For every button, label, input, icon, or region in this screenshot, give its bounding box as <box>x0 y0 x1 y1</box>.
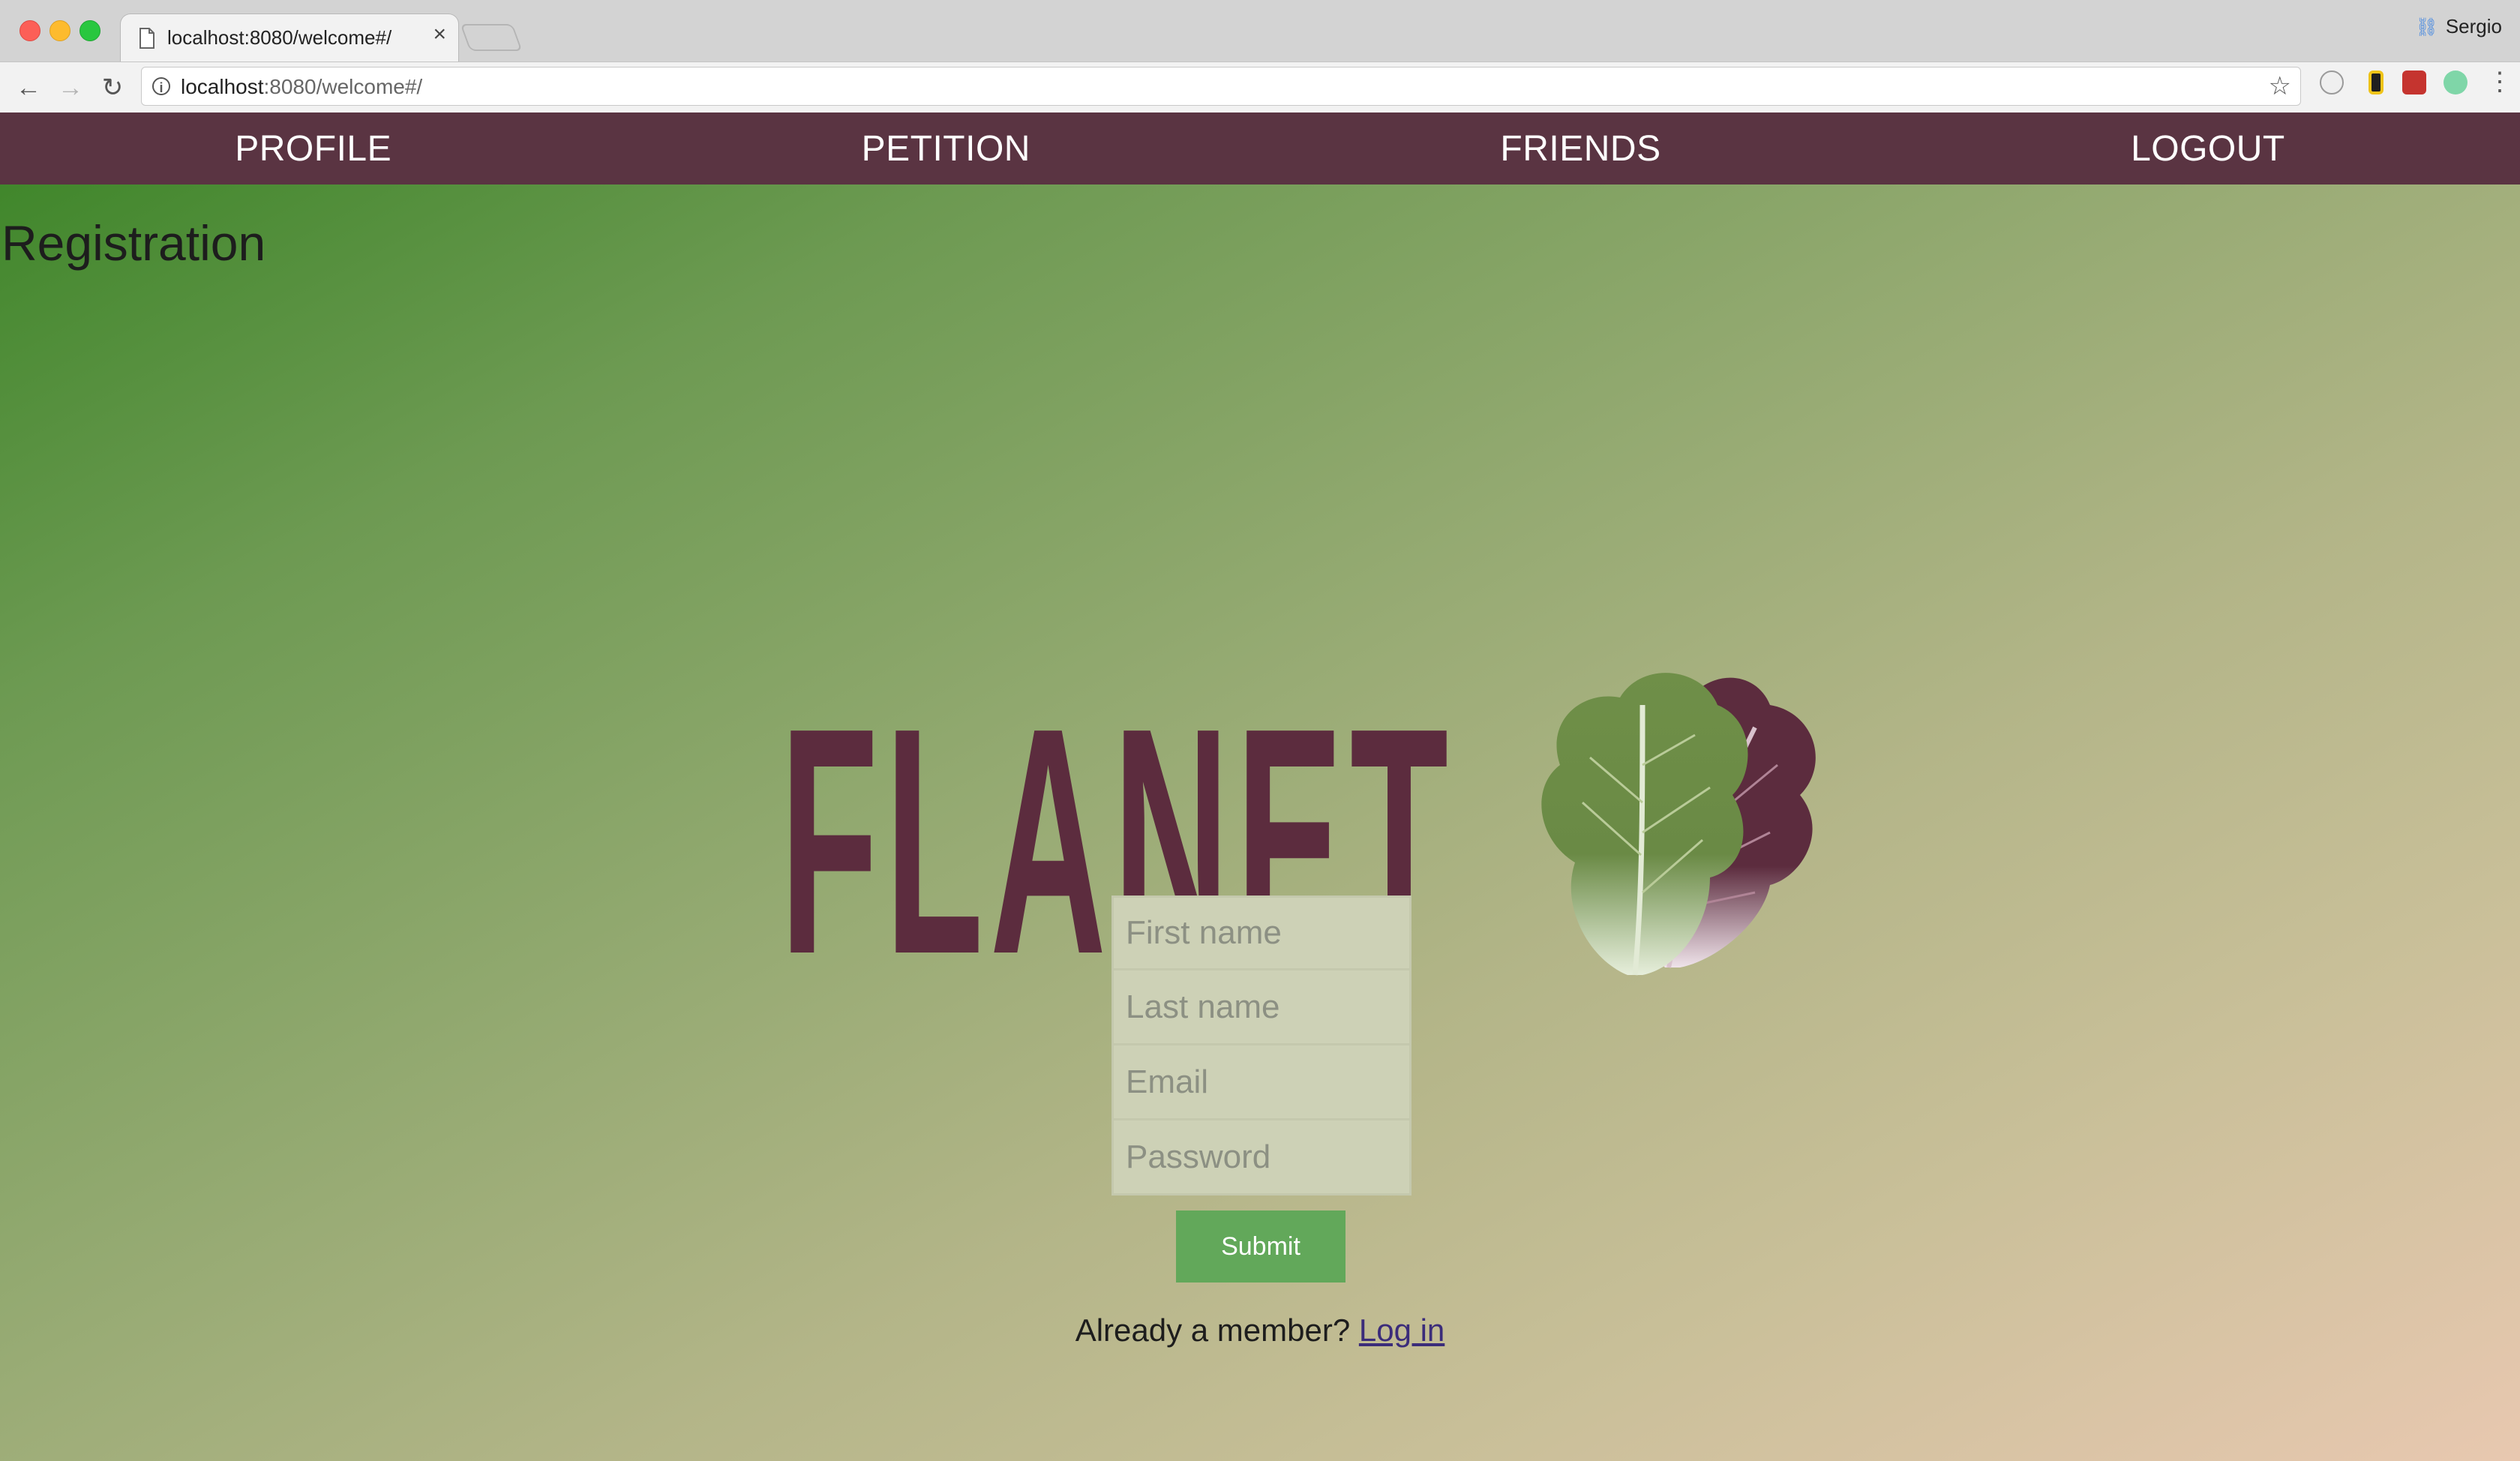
forward-arrow-icon[interactable]: → <box>56 73 86 103</box>
extension-icon[interactable] <box>2444 70 2468 94</box>
profile-badge[interactable]: ⛓ Sergio <box>2415 15 2502 38</box>
info-icon[interactable]: i <box>152 77 170 95</box>
profile-name: Sergio <box>2445 15 2502 38</box>
email-input[interactable] <box>1112 1046 1412 1120</box>
extension-icon[interactable] <box>2368 70 2384 94</box>
already-member-text: Already a member? <box>1075 1312 1351 1348</box>
browser-toolbar: ← → ↻ i localhost:8080/welcome#/ ☆ <box>0 62 2520 113</box>
last-name-input[interactable] <box>1112 970 1412 1046</box>
registration-form <box>1112 896 1412 1196</box>
nav-logout[interactable]: LOGOUT <box>2131 128 2285 170</box>
site-nav: PROFILE PETITION FRIENDS LOGOUT <box>0 112 2520 184</box>
close-window-button[interactable] <box>20 20 40 41</box>
profile-icon: ⛓ <box>2415 17 2438 38</box>
login-link[interactable]: Log in <box>1359 1312 1444 1348</box>
url-text[interactable]: localhost:8080/welcome#/ <box>181 75 422 99</box>
password-input[interactable] <box>1112 1120 1412 1196</box>
browser-chrome: localhost:8080/welcome#/ × ⛓ Sergio ← → ↻… <box>0 0 2520 113</box>
bookmark-star-icon[interactable]: ☆ <box>2269 72 2291 100</box>
submit-button[interactable]: Submit <box>1176 1210 1346 1282</box>
browser-tab[interactable]: localhost:8080/welcome#/ × <box>120 14 459 63</box>
minimize-window-button[interactable] <box>50 20 70 41</box>
maximize-window-button[interactable] <box>80 20 100 41</box>
first-name-input[interactable] <box>1112 896 1412 970</box>
browser-menu-icon[interactable]: ⋮ <box>2487 69 2512 94</box>
reload-icon[interactable]: ↻ <box>98 73 128 103</box>
address-bar[interactable]: i localhost:8080/welcome#/ ☆ <box>141 67 2301 106</box>
tab-strip: localhost:8080/welcome#/ × ⛓ Sergio <box>0 0 2520 63</box>
close-tab-icon[interactable]: × <box>433 23 446 46</box>
nav-friends[interactable]: FRIENDS <box>1500 128 1660 170</box>
page-title: Registration <box>2 215 266 271</box>
back-arrow-icon[interactable]: ← <box>14 73 44 103</box>
nav-profile[interactable]: PROFILE <box>235 128 392 170</box>
nav-petition[interactable]: PETITION <box>862 128 1030 170</box>
tab-title: localhost:8080/welcome#/ <box>167 26 392 49</box>
extension-icon[interactable] <box>2320 70 2344 94</box>
page-icon <box>140 28 154 49</box>
new-tab-button[interactable] <box>460 24 523 51</box>
extension-icon[interactable] <box>2402 70 2426 94</box>
login-prompt: Already a member? Log in <box>0 1312 2520 1348</box>
page-viewport: PROFILE PETITION FRIENDS LOGOUT Registra… <box>0 112 2520 1461</box>
